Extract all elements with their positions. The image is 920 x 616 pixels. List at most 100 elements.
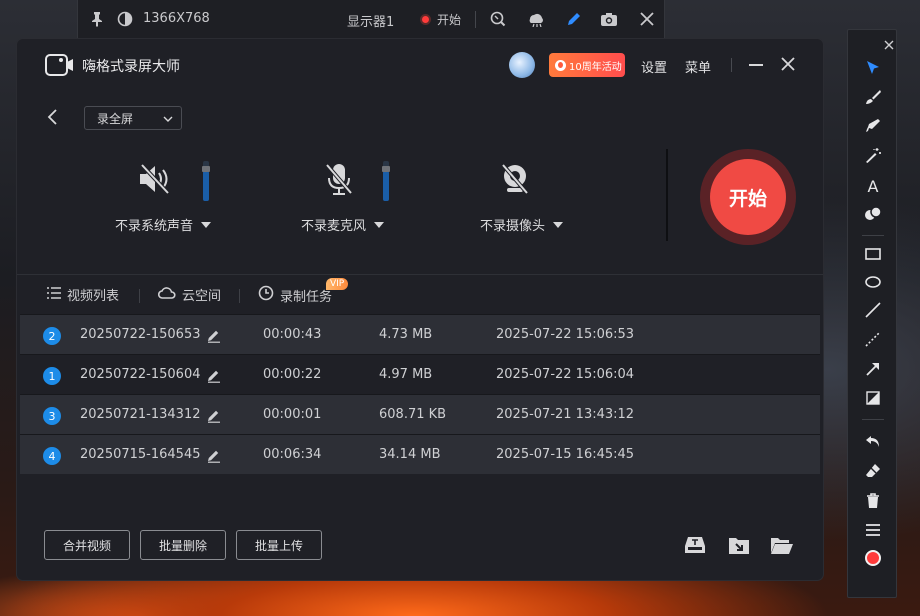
color-picker-red-icon[interactable] [865,550,881,566]
hamburger-menu-icon[interactable] [863,520,883,540]
menu-link[interactable]: 菜单 [685,57,711,76]
screenshot-camera-icon[interactable] [600,10,618,28]
batch-delete-button[interactable]: 批量删除 [140,530,226,560]
top-floating-toolbar: 1366X768 显示器1 开始 [77,0,665,39]
system-audio-label: 不录系统声音 [115,219,194,234]
mosaic-icon[interactable] [863,388,883,408]
open-folder-icon[interactable] [770,534,793,556]
microphone-dropdown[interactable]: 不录麦克风 [301,215,385,234]
video-size: 34.14 MB [379,447,441,462]
back-arrow-icon[interactable] [47,108,63,126]
video-date: 2025-07-15 16:45:45 [496,447,635,462]
camera-muted-icon[interactable] [497,161,533,197]
storage-drive-icon[interactable] [684,534,706,556]
arrow-icon[interactable] [863,359,883,379]
highlighter-icon[interactable] [863,116,883,136]
row-index-badge: 3 [43,407,61,425]
resolution-label[interactable]: 1366X768 [143,11,210,26]
video-duration: 00:00:01 [263,407,322,422]
clock-icon [258,285,274,305]
merge-videos-button[interactable]: 合并视频 [44,530,130,560]
trash-icon[interactable] [863,491,883,511]
cloud-icon [157,286,176,304]
edit-pencil-icon[interactable] [207,408,221,423]
tab-video-list-label: 视频列表 [67,289,120,304]
microphone-muted-icon[interactable] [321,161,357,197]
eraser-icon[interactable] [863,461,883,481]
contrast-icon[interactable] [116,10,134,28]
batch-upload-button[interactable]: 批量上传 [236,530,322,560]
anniversary-promo-badge[interactable]: 10周年活动 [549,53,625,77]
vip-badge: VIP [326,278,349,290]
table-row[interactable]: 4 20250715-164545 00:06:34 34.14 MB 2025… [20,434,820,474]
record-mode-select[interactable]: 录全屏 [84,106,182,130]
text-tool[interactable]: A [863,176,883,196]
main-window: 嗨格式录屏大师 10周年活动 设置 菜单 录全屏 不录系统声音 不录麦克风 不录… [17,39,823,580]
slider-knob[interactable] [382,166,390,172]
microphone-volume-slider[interactable] [382,161,390,201]
table-row[interactable]: 1 20250722-150604 00:00:22 4.97 MB 2025-… [20,354,820,394]
promo-label: 10周年活动 [569,61,622,73]
user-avatar[interactable] [509,52,535,78]
video-duration: 00:06:34 [263,447,322,462]
number-marker-icon[interactable] [863,204,883,224]
tab-record-tasks-label: 录制任务 [280,289,333,305]
import-file-icon[interactable] [728,534,750,556]
edit-pencil-icon[interactable] [207,368,221,383]
caret-down-icon [201,221,212,228]
quick-record-label: 开始 [437,13,462,27]
slider-fill [203,171,209,201]
caret-down-icon [374,221,385,228]
pen-icon[interactable] [565,10,583,28]
camera-dropdown[interactable]: 不录摄像头 [480,215,564,234]
tab-video-list[interactable]: 视频列表 [47,285,119,304]
tab-cloud[interactable]: 云空间 [157,285,221,304]
edit-pencil-icon[interactable] [207,448,221,463]
ellipse-icon[interactable] [863,272,883,292]
row-index-badge: 1 [43,367,61,385]
video-duration: 00:00:43 [263,327,322,342]
tab-divider [239,289,240,303]
system-audio-dropdown[interactable]: 不录系统声音 [115,215,212,234]
line-icon[interactable] [863,300,883,320]
video-name: 20250722-150604 [80,367,201,382]
system-audio-volume-slider[interactable] [202,161,210,201]
quick-record-button[interactable]: 开始 [420,11,461,28]
drawing-toolbar: A [847,29,897,598]
start-record-button[interactable]: 开始 [710,159,786,235]
brush-icon[interactable] [863,87,883,107]
dashed-line-icon[interactable] [863,329,883,349]
video-name: 20250722-150653 [80,327,201,342]
video-size: 608.71 KB [379,407,447,422]
toolbar-divider [862,419,884,420]
tab-bar: 视频列表 云空间 录制任务 VIP [17,277,823,313]
edit-pencil-icon[interactable] [207,328,221,343]
settings-link[interactable]: 设置 [641,57,667,76]
section-divider [17,274,823,275]
pin-icon[interactable] [88,10,106,28]
title-bar: 嗨格式录屏大师 10周年活动 设置 菜单 [17,39,823,91]
monitor-selector[interactable]: 显示器1 [347,11,394,30]
cursor-arrow-icon[interactable] [863,58,883,78]
toolbar-divider [475,11,476,28]
list-icon [47,286,61,303]
undo-icon[interactable] [863,432,883,452]
table-row[interactable]: 2 20250722-150653 00:00:43 4.73 MB 2025-… [20,314,820,354]
slider-fill [383,171,389,201]
close-window-icon[interactable] [780,56,796,72]
magic-wand-icon[interactable] [863,145,883,165]
video-size: 4.73 MB [379,327,433,342]
tab-divider [139,289,140,303]
speaker-muted-icon[interactable] [137,161,173,197]
close-drawing-toolbar-icon[interactable] [884,35,894,50]
minimize-icon[interactable] [749,64,763,66]
close-toolbar-icon[interactable] [638,10,656,28]
spotlight-icon[interactable] [526,10,544,28]
table-row[interactable]: 3 20250721-134312 00:00:01 608.71 KB 202… [20,394,820,434]
tab-record-tasks[interactable]: 录制任务 [258,285,332,305]
rectangle-icon[interactable] [863,244,883,264]
magnifier-icon[interactable] [489,10,507,28]
slider-knob[interactable] [202,166,210,172]
video-list: 2 20250722-150653 00:00:43 4.73 MB 2025-… [20,314,820,474]
video-date: 2025-07-21 13:43:12 [496,407,635,422]
